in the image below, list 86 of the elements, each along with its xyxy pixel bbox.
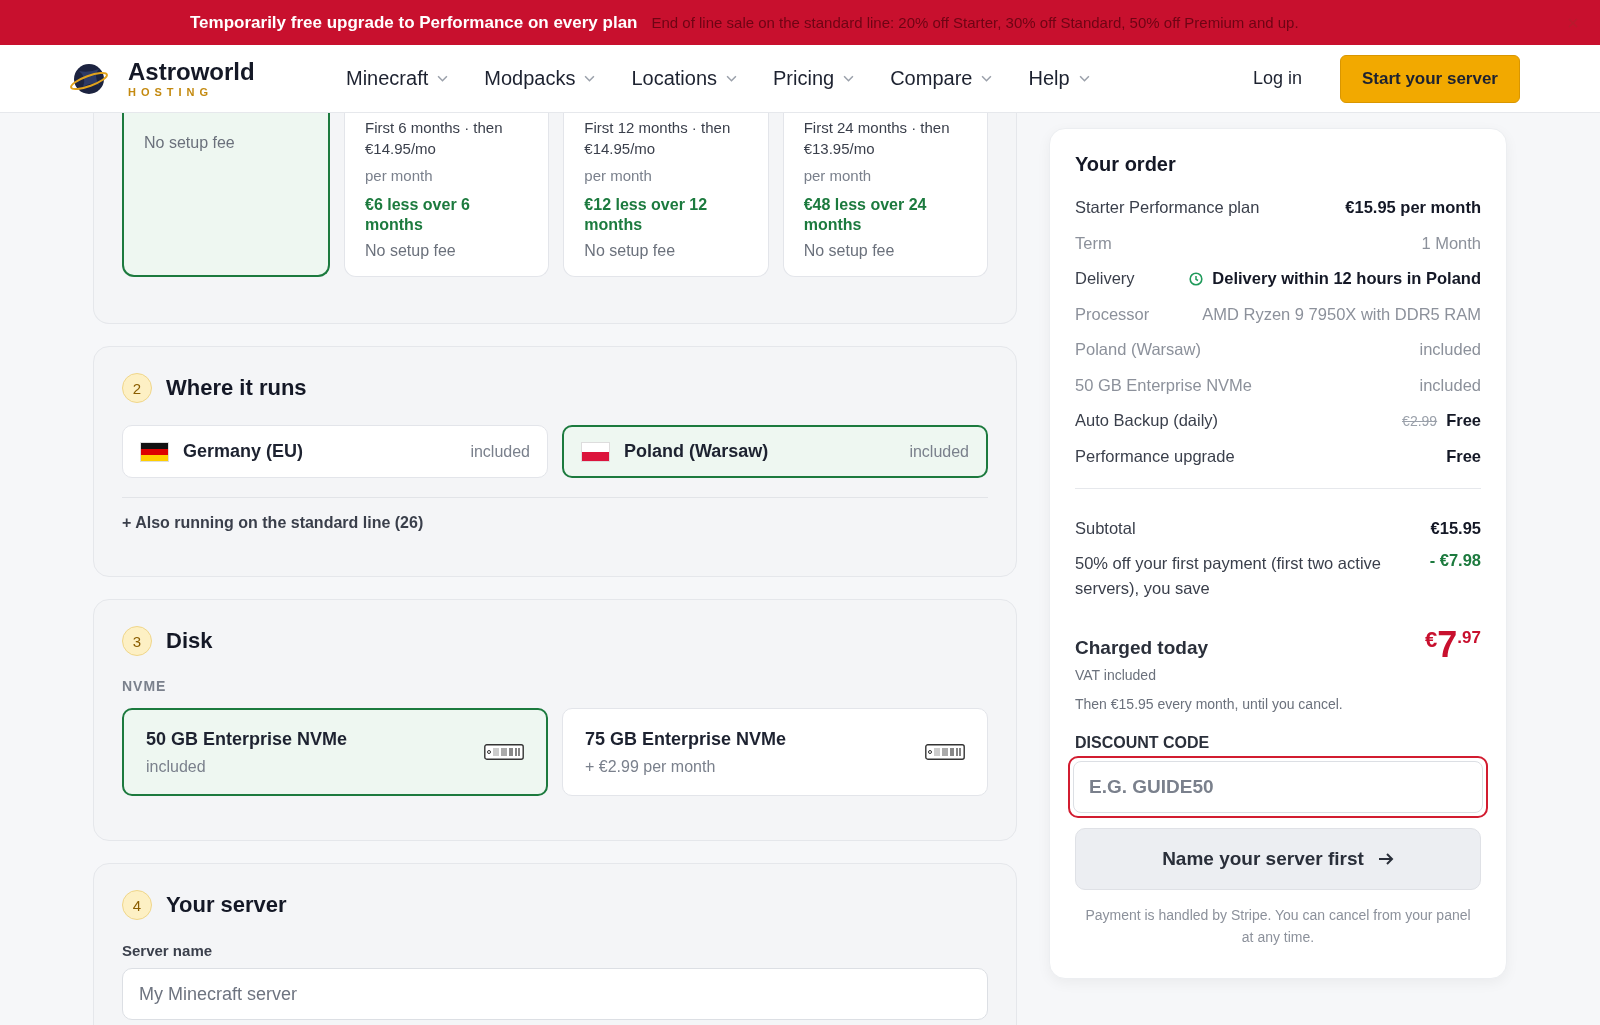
brand-tagline: HOSTING: [128, 86, 215, 98]
start-server-button[interactable]: Start your server: [1339, 54, 1520, 103]
nav-menu-item[interactable]: Compare: [890, 67, 993, 90]
discount-value: - €7.98: [1429, 550, 1481, 570]
vat-note: VAT included: [1075, 666, 1157, 683]
nav-menu-item[interactable]: Modpacks: [484, 67, 596, 90]
old-price: €2.99: [1402, 412, 1438, 429]
flag-icon: [140, 441, 169, 462]
setup-fee-text: No setup fee: [584, 241, 677, 261]
section-title: Where it runs: [166, 375, 307, 401]
order-line-label: Auto Backup (daily): [1075, 411, 1219, 431]
chevron-icon: [726, 75, 738, 82]
order-line-label: Delivery: [1075, 269, 1135, 289]
term-saving: €48 less over 24 months: [803, 195, 928, 235]
drive-icon: [484, 744, 524, 760]
order-line-label: Term: [1075, 233, 1112, 253]
order-line-label: 50 GB Enterprise NVMe: [1075, 375, 1252, 395]
term-price: €14.95/mo: [584, 139, 657, 159]
charged-label: Charged today: [1075, 636, 1209, 659]
renewal-note: Then €15.95 every month, until you cancel.: [1075, 695, 1344, 712]
step-badge: 3: [122, 626, 152, 656]
order-line-label: Poland (Warsaw): [1075, 340, 1201, 360]
term-saving: €12 less over 12 months: [584, 195, 709, 235]
payment-note: Payment is handled by Stripe. You can cancel from your panel at any time.: [1085, 905, 1471, 947]
term-period: per month: [584, 166, 653, 186]
term-note: First 12 months · then: [584, 118, 732, 138]
order-line-value: €15.95 per month: [1345, 198, 1481, 218]
standard-line-link[interactable]: + Also running on the standard line (26): [122, 514, 424, 531]
disk-group-label: NVME: [122, 678, 168, 694]
order-line-value: included: [1419, 375, 1481, 395]
term-period: per month: [803, 166, 873, 186]
term-price: €14.95/mo: [365, 139, 437, 159]
term-option[interactable]: First 12 months · then €14.95/mo per month €12 less over 12 months No setup fee: [563, 113, 769, 277]
section-title: Your server: [166, 892, 287, 918]
step-badge: 4: [122, 890, 152, 920]
setup-fee-text: No setup fee: [803, 241, 896, 261]
chevron-icon: [1078, 75, 1090, 82]
order-line-value: Free: [1446, 446, 1481, 466]
drive-icon: [925, 744, 965, 760]
order-line-label: Processor: [1075, 304, 1150, 324]
nav-menu-item[interactable]: Pricing: [773, 67, 855, 90]
chevron-icon: [981, 75, 993, 82]
nav-menu-item[interactable]: Locations: [631, 67, 738, 90]
arrow-icon: [1377, 851, 1394, 866]
location-option[interactable]: Poland (Warsaw) included: [562, 425, 988, 478]
step-badge: 2: [122, 373, 152, 403]
term-note: First 24 months · then: [803, 118, 951, 138]
discount-code-field[interactable]: E.G. GUIDE50: [1068, 755, 1488, 818]
term-saving: €6 less over 6 months: [365, 195, 471, 235]
flag-icon: [581, 441, 610, 462]
discount-label: 50% off your first payment (first two active servers), you save: [1075, 552, 1382, 599]
chevron-icon: [584, 75, 596, 82]
setup-fee-text: No setup fee: [144, 133, 236, 153]
chevron-icon: [843, 75, 855, 82]
subtotal-label: Subtotal: [1075, 519, 1136, 539]
term-note: First 6 months · then: [365, 118, 504, 138]
order-line-value: Free: [1446, 411, 1481, 431]
nav-menu-item[interactable]: Minecraft: [346, 67, 449, 90]
clock-icon: [1189, 271, 1204, 286]
order-line-label: Performance upgrade: [1075, 446, 1235, 466]
order-line-value: AMD Ryzen 9 7950X with DDR5 RAM: [1202, 304, 1481, 324]
term-option[interactable]: First 6 months · then €14.95/mo per month €6 less over 6 months No setup fee: [344, 113, 550, 277]
section-title: Disk: [166, 628, 213, 654]
disk-option[interactable]: 75 GB Enterprise NVMe + €2.99 per month: [562, 708, 988, 796]
order-line-label: Starter Performance plan: [1075, 198, 1260, 218]
login-link[interactable]: Log in: [1252, 68, 1302, 89]
order-line-value: 1 Month: [1421, 233, 1481, 253]
term-option[interactable]: No setup fee: [122, 113, 330, 277]
disk-option[interactable]: 50 GB Enterprise NVMe included: [122, 708, 548, 796]
location-option[interactable]: Germany (EU) included: [122, 425, 548, 478]
chevron-icon: [437, 75, 449, 82]
setup-fee-text: No setup fee: [365, 241, 457, 261]
brand-name[interactable]: Astroworld: [128, 59, 255, 84]
term-price: €13.95/mo: [803, 139, 876, 159]
nav-menu-item[interactable]: Help: [1028, 67, 1090, 90]
promo-detail: End of line sale on the standard line: 20% off Starter, 30% off Standard, 50% off Premium and up.: [651, 14, 1299, 31]
term-period: per month: [365, 166, 434, 186]
discount-code-label: DISCOUNT CODE: [1075, 733, 1211, 752]
server-name-field[interactable]: My Minecraft server: [122, 968, 988, 1020]
order-line-value: included: [1419, 340, 1481, 360]
term-option[interactable]: First 24 months · then €13.95/mo per month €48 less over 24 months No setup fee: [782, 113, 988, 277]
server-name-label: Server name: [122, 942, 214, 959]
promo-headline: Temporarily free upgrade to Performance on every plan: [190, 12, 638, 33]
order-title: Your order: [1075, 153, 1177, 176]
subtotal-value: €15.95: [1430, 519, 1481, 539]
order-line-value: Delivery within 12 hours in Poland: [1212, 269, 1481, 289]
